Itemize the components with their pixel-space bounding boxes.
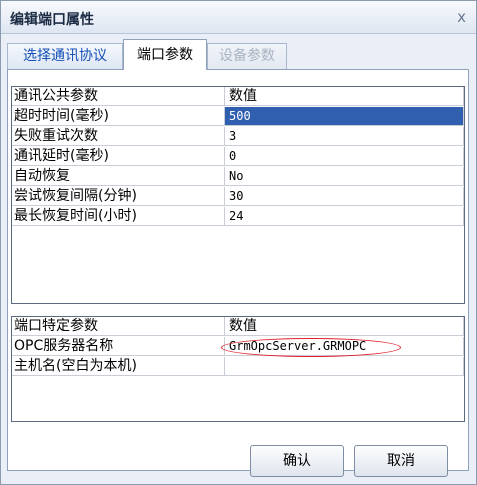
param-value[interactable]: 24: [225, 207, 464, 226]
param-name: 最长恢复时间(小时): [12, 207, 225, 226]
param-name: 超时时间(毫秒): [12, 107, 225, 126]
column-header-value: 数值: [225, 87, 464, 106]
port-params-panel: 通讯公共参数 数值 超时时间(毫秒) 500 失败重试次数 3 通讯延时(毫秒)…: [7, 69, 469, 477]
specific-params-grid: 端口特定参数 数值 OPC服务器名称 GrmOpcServer.GRMOPC 主…: [11, 316, 465, 422]
tab-port-params[interactable]: 端口参数: [123, 39, 207, 70]
tab-select-protocol[interactable]: 选择通讯协议: [7, 43, 123, 69]
param-name: 失败重试次数: [12, 127, 225, 146]
table-row[interactable]: 通讯延时(毫秒) 0: [12, 147, 464, 167]
param-value[interactable]: 3: [225, 127, 464, 146]
common-params-grid: 通讯公共参数 数值 超时时间(毫秒) 500 失败重试次数 3 通讯延时(毫秒)…: [11, 86, 465, 304]
table-row[interactable]: 失败重试次数 3: [12, 127, 464, 147]
table-row[interactable]: 自动恢复 No: [12, 167, 464, 187]
grid-header: 端口特定参数 数值: [12, 317, 464, 337]
param-name: 尝试恢复间隔(分钟): [12, 187, 225, 206]
tab-device-params: 设备参数: [207, 43, 287, 69]
close-icon[interactable]: x: [457, 8, 466, 26]
param-value[interactable]: [225, 357, 464, 376]
param-name: 自动恢复: [12, 167, 225, 186]
param-name: 主机名(空白为本机): [12, 357, 225, 376]
param-value[interactable]: 500: [225, 107, 464, 126]
cancel-button[interactable]: 取消: [354, 445, 448, 477]
window-title: 编辑端口属性: [10, 12, 94, 28]
table-row[interactable]: 最长恢复时间(小时) 24: [12, 207, 464, 227]
param-name: OPC服务器名称: [12, 337, 225, 356]
column-header-name: 通讯公共参数: [12, 87, 225, 106]
table-row[interactable]: OPC服务器名称 GrmOpcServer.GRMOPC: [12, 337, 464, 357]
edit-port-properties-dialog: 编辑端口属性 x 选择通讯协议 端口参数 设备参数 通讯公共参数 数值 超时时间…: [0, 0, 477, 485]
column-header-value: 数值: [225, 317, 464, 336]
param-value[interactable]: GrmOpcServer.GRMOPC: [225, 337, 464, 356]
ok-button[interactable]: 确认: [250, 445, 344, 477]
table-row[interactable]: 超时时间(毫秒) 500: [12, 107, 464, 127]
param-name: 通讯延时(毫秒): [12, 147, 225, 166]
param-value[interactable]: No: [225, 167, 464, 186]
column-header-name: 端口特定参数: [12, 317, 225, 336]
title-bar[interactable]: 编辑端口属性 x: [1, 1, 476, 34]
table-row[interactable]: 尝试恢复间隔(分钟) 30: [12, 187, 464, 207]
table-row[interactable]: 主机名(空白为本机): [12, 357, 464, 377]
grid-header: 通讯公共参数 数值: [12, 87, 464, 107]
param-value[interactable]: 0: [225, 147, 464, 166]
param-value[interactable]: 30: [225, 187, 464, 206]
tab-strip: 选择通讯协议 端口参数 设备参数: [7, 39, 469, 70]
